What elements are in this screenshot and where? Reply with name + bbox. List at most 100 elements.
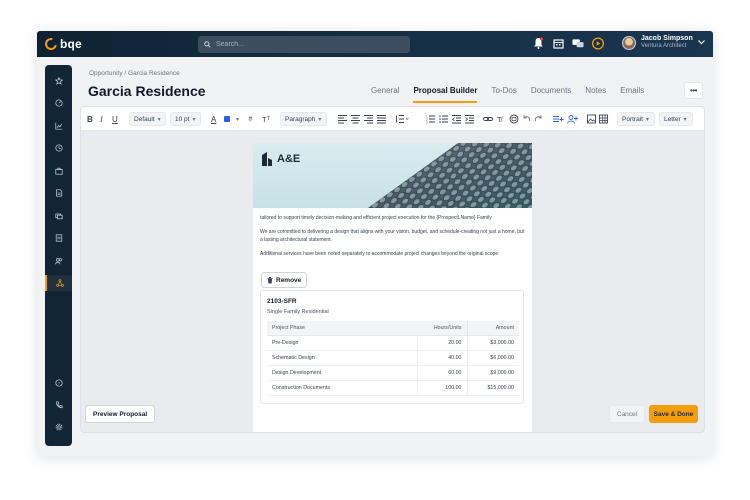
table-row[interactable]: Design Development 60.00 $9,000.00	[267, 365, 519, 381]
remove-button[interactable]: Remove	[261, 272, 308, 288]
sidebar-item-invoices[interactable]	[45, 230, 72, 246]
column-header-phase: Project Phase	[267, 321, 417, 336]
page-title: Garcia Residence	[88, 83, 206, 99]
search-input[interactable]	[216, 41, 396, 48]
numbered-list-icon[interactable]: 123	[426, 113, 435, 125]
user-menu[interactable]: Jacob Simpson Ventura Architect	[622, 35, 705, 50]
chevron-down-icon: ▾	[236, 116, 240, 123]
fee-schedule-name: Single Family Residential	[267, 309, 329, 315]
cell-phase: Schematic Design	[267, 350, 417, 366]
cell-phase: Design Development	[267, 365, 417, 381]
sidebar-item-phone[interactable]	[45, 397, 72, 413]
sidebar-item-projects[interactable]	[45, 163, 72, 179]
preview-proposal-button[interactable]: Preview Proposal	[85, 405, 156, 423]
sidebar-item-expenses[interactable]	[45, 208, 72, 224]
bell-icon[interactable]	[532, 37, 544, 49]
cell-phase: Pre-Design	[267, 335, 417, 351]
paragraph-style-value: Paragraph	[285, 115, 316, 123]
font-size-select[interactable]: 10 pt ▾	[170, 112, 201, 126]
tab-notes[interactable]: Notes	[585, 86, 606, 103]
highlight-color-button[interactable]: ▾	[224, 113, 239, 125]
table-icon[interactable]	[599, 113, 608, 125]
cell-hours: 100.00	[416, 380, 467, 396]
underline-button[interactable]: U	[112, 113, 118, 125]
print-icon[interactable]	[509, 113, 519, 125]
chat-icon[interactable]	[572, 37, 584, 49]
sidebar-item-reports[interactable]	[45, 118, 72, 134]
align-center-icon[interactable]	[351, 113, 360, 125]
proposal-document[interactable]: A&E tailored to support timely decision-…	[253, 143, 532, 432]
sidebar-item-settings[interactable]	[45, 419, 72, 435]
link-icon[interactable]	[483, 113, 493, 125]
breadcrumb: Opportunity / Garcia Residence	[89, 70, 180, 77]
table-header-row: Project Phase Hours/Units Amount	[267, 321, 519, 336]
table-row[interactable]: Schematic Design 40.00 $6,000.00	[267, 350, 519, 366]
image-icon[interactable]	[587, 113, 596, 125]
ae-logo-text: A&E	[277, 153, 301, 165]
save-and-done-label: Save & Done	[653, 410, 694, 418]
align-right-icon[interactable]	[364, 113, 373, 125]
cell-hours: 60.00	[416, 365, 467, 381]
chart-icon	[54, 122, 62, 130]
line-spacing-icon[interactable]	[395, 113, 409, 125]
help-icon: ?	[54, 379, 63, 387]
more-options-button[interactable]: •••	[684, 82, 703, 99]
table-row[interactable]: Pre-Design 20.00 $3,000.00	[267, 335, 519, 351]
bullet-list-icon[interactable]	[439, 113, 448, 125]
sidebar-item-crm[interactable]	[45, 275, 72, 291]
cell-phase: Construction Documents	[267, 380, 417, 396]
play-timer-icon[interactable]	[592, 37, 604, 49]
sidebar-item-contacts[interactable]	[45, 253, 72, 269]
tab-general[interactable]: General	[371, 86, 399, 103]
orientation-value: Portrait	[622, 115, 643, 123]
align-left-icon[interactable]	[338, 113, 347, 125]
search-box[interactable]	[198, 36, 410, 53]
undo-icon[interactable]	[522, 113, 531, 125]
dashboard-icon	[54, 99, 63, 107]
sidebar-item-favorites[interactable]	[45, 73, 72, 89]
text-size-icon[interactable]: tt	[249, 113, 252, 125]
insert-field-icon[interactable]	[553, 113, 564, 125]
fee-schedule-code: 2103-SFR	[267, 298, 297, 305]
search-icon	[204, 41, 211, 48]
text-transform-icon[interactable]: TT	[262, 113, 270, 125]
bqe-logo[interactable]: bqe	[42, 35, 82, 53]
paragraph-style-select[interactable]: Paragraph ▾	[280, 112, 327, 126]
table-row[interactable]: Construction Documents 100.00 $15,000.00	[267, 380, 519, 396]
indent-icon[interactable]	[465, 113, 474, 125]
clear-format-icon[interactable]: T̸	[497, 113, 502, 125]
cancel-button[interactable]: Cancel	[609, 405, 645, 423]
tab-todos[interactable]: To-Dos	[491, 86, 516, 103]
save-and-done-button[interactable]: Save & Done	[649, 405, 698, 423]
tab-documents[interactable]: Documents	[531, 86, 571, 103]
paper-size-select[interactable]: Letter ▾	[659, 112, 693, 126]
redo-icon[interactable]	[534, 113, 543, 125]
phone-icon	[55, 401, 63, 409]
sidebar-item-documents[interactable]	[45, 185, 72, 201]
italic-button[interactable]: I	[100, 113, 103, 125]
insert-contact-icon[interactable]	[567, 113, 578, 125]
sidebar-item-help[interactable]: ?	[45, 375, 72, 391]
align-justify-icon[interactable]	[377, 113, 386, 125]
font-family-select[interactable]: Default ▾	[129, 112, 166, 126]
calendar-icon[interactable]	[552, 37, 564, 49]
outdent-icon[interactable]	[452, 113, 461, 125]
phase-table: Project Phase Hours/Units Amount Pre-Des…	[267, 321, 519, 396]
bold-button[interactable]: B	[87, 113, 93, 125]
cell-hours: 20.00	[416, 335, 467, 351]
orientation-select[interactable]: Portrait ▾	[617, 112, 655, 126]
fee-schedule-card: 2103-SFR Single Family Residential Proje…	[260, 290, 524, 404]
app-window: bqe Jacob Simpson Ventura Architec	[37, 31, 713, 456]
user-role: Ventura Architect	[641, 43, 687, 49]
tab-emails[interactable]: Emails	[620, 86, 644, 103]
column-header-hours: Hours/Units	[417, 321, 467, 336]
sidebar-item-time[interactable]	[45, 140, 72, 156]
sidebar-item-dashboard[interactable]	[45, 95, 72, 111]
proposal-banner: A&E	[253, 143, 532, 208]
text-color-button[interactable]: A	[211, 113, 216, 125]
breadcrumb-opportunity[interactable]: Opportunity	[89, 70, 123, 77]
chevron-down-icon	[697, 40, 705, 45]
tab-proposal-builder[interactable]: Proposal Builder	[413, 86, 478, 103]
svg-text:3: 3	[426, 121, 428, 125]
cell-amount: $3,000.00	[466, 335, 519, 351]
